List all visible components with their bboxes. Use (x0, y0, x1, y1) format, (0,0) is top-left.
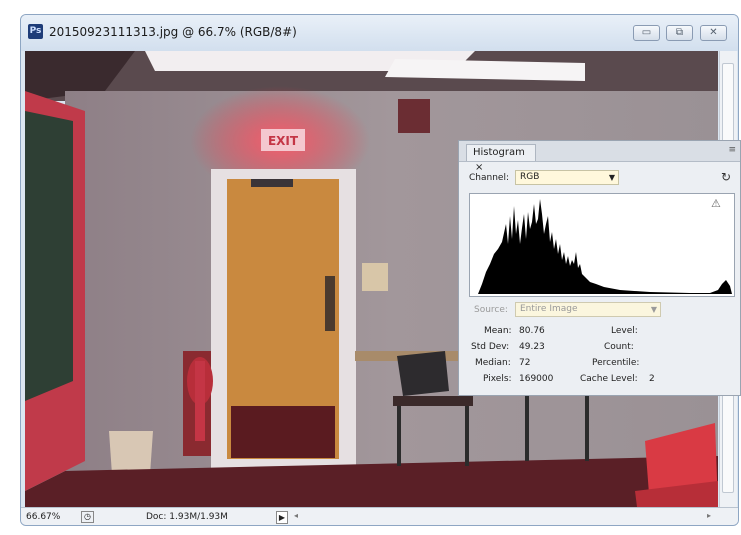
status-menu-arrow-icon[interactable]: ▶ (276, 511, 288, 524)
pixels-value: 169000 (519, 374, 554, 384)
cache-level-label: Cache Level: (580, 374, 638, 384)
minimize-icon: ▭ (641, 27, 652, 38)
window-title: 20150923111313.jpg @ 66.7% (RGB/8#) (49, 25, 297, 39)
mean-value: 80.76 (519, 326, 545, 336)
tab-histogram[interactable]: Histogram × (466, 144, 536, 173)
chevron-down-icon: ▼ (608, 173, 615, 182)
histogram-panel: Histogram × ≡ Channel: RGB ▼ ↻ ⚠ Source:… (458, 140, 741, 396)
count-label: Count: (604, 342, 634, 352)
title-bar: Ps 20150923111313.jpg @ 66.7% (RGB/8#) ▭… (21, 15, 738, 51)
panel-menu-icon[interactable]: ≡ (728, 145, 736, 155)
refresh-icon[interactable]: ↻ (721, 170, 731, 184)
status-bar: 66.67% ◷ Doc: 1.93M/1.93M ▶ ◂ ▸ (21, 507, 738, 525)
app-icon: Ps (28, 24, 43, 39)
std-dev-value: 49.23 (519, 342, 545, 352)
histogram-graph (469, 193, 735, 297)
percentile-label: Percentile: (592, 358, 640, 368)
level-label: Level: (611, 326, 638, 336)
channel-select[interactable]: RGB ▼ (515, 170, 619, 185)
panel-tab-bar: Histogram × ≡ (459, 141, 740, 173)
source-select[interactable]: Entire Image ▼ (515, 302, 661, 317)
cache-level-value: 2 (649, 374, 655, 384)
zoom-level[interactable]: 66.67% (26, 512, 60, 522)
tab-histogram-label: Histogram (473, 147, 525, 158)
close-icon: ✕ (709, 27, 718, 38)
scroll-right-icon[interactable]: ▸ (707, 511, 711, 520)
restore-button[interactable]: ⧉ (666, 25, 693, 41)
tab-close-icon[interactable]: × (475, 162, 483, 173)
channel-value: RGB (520, 172, 540, 182)
minimize-button[interactable]: ▭ (633, 25, 660, 41)
close-button[interactable]: ✕ (700, 25, 727, 41)
chevron-down-icon: ▼ (650, 305, 657, 314)
mean-label: Mean: (484, 326, 512, 336)
pixels-label: Pixels: (483, 374, 512, 384)
median-value: 72 (519, 358, 531, 368)
median-label: Median: (475, 358, 511, 368)
exit-sign: EXIT (268, 134, 299, 148)
channel-label: Channel: (469, 173, 509, 183)
warning-icon: ⚠ (711, 197, 721, 210)
restore-icon: ⧉ (675, 27, 684, 38)
zoom-tool-icon[interactable]: ◷ (81, 511, 94, 523)
source-label: Source: (474, 305, 508, 315)
source-value: Entire Image (520, 304, 578, 314)
scroll-left-icon[interactable]: ◂ (294, 511, 298, 520)
std-dev-label: Std Dev: (471, 342, 510, 352)
doc-size: Doc: 1.93M/1.93M (146, 512, 228, 522)
histogram-plot (478, 199, 732, 294)
